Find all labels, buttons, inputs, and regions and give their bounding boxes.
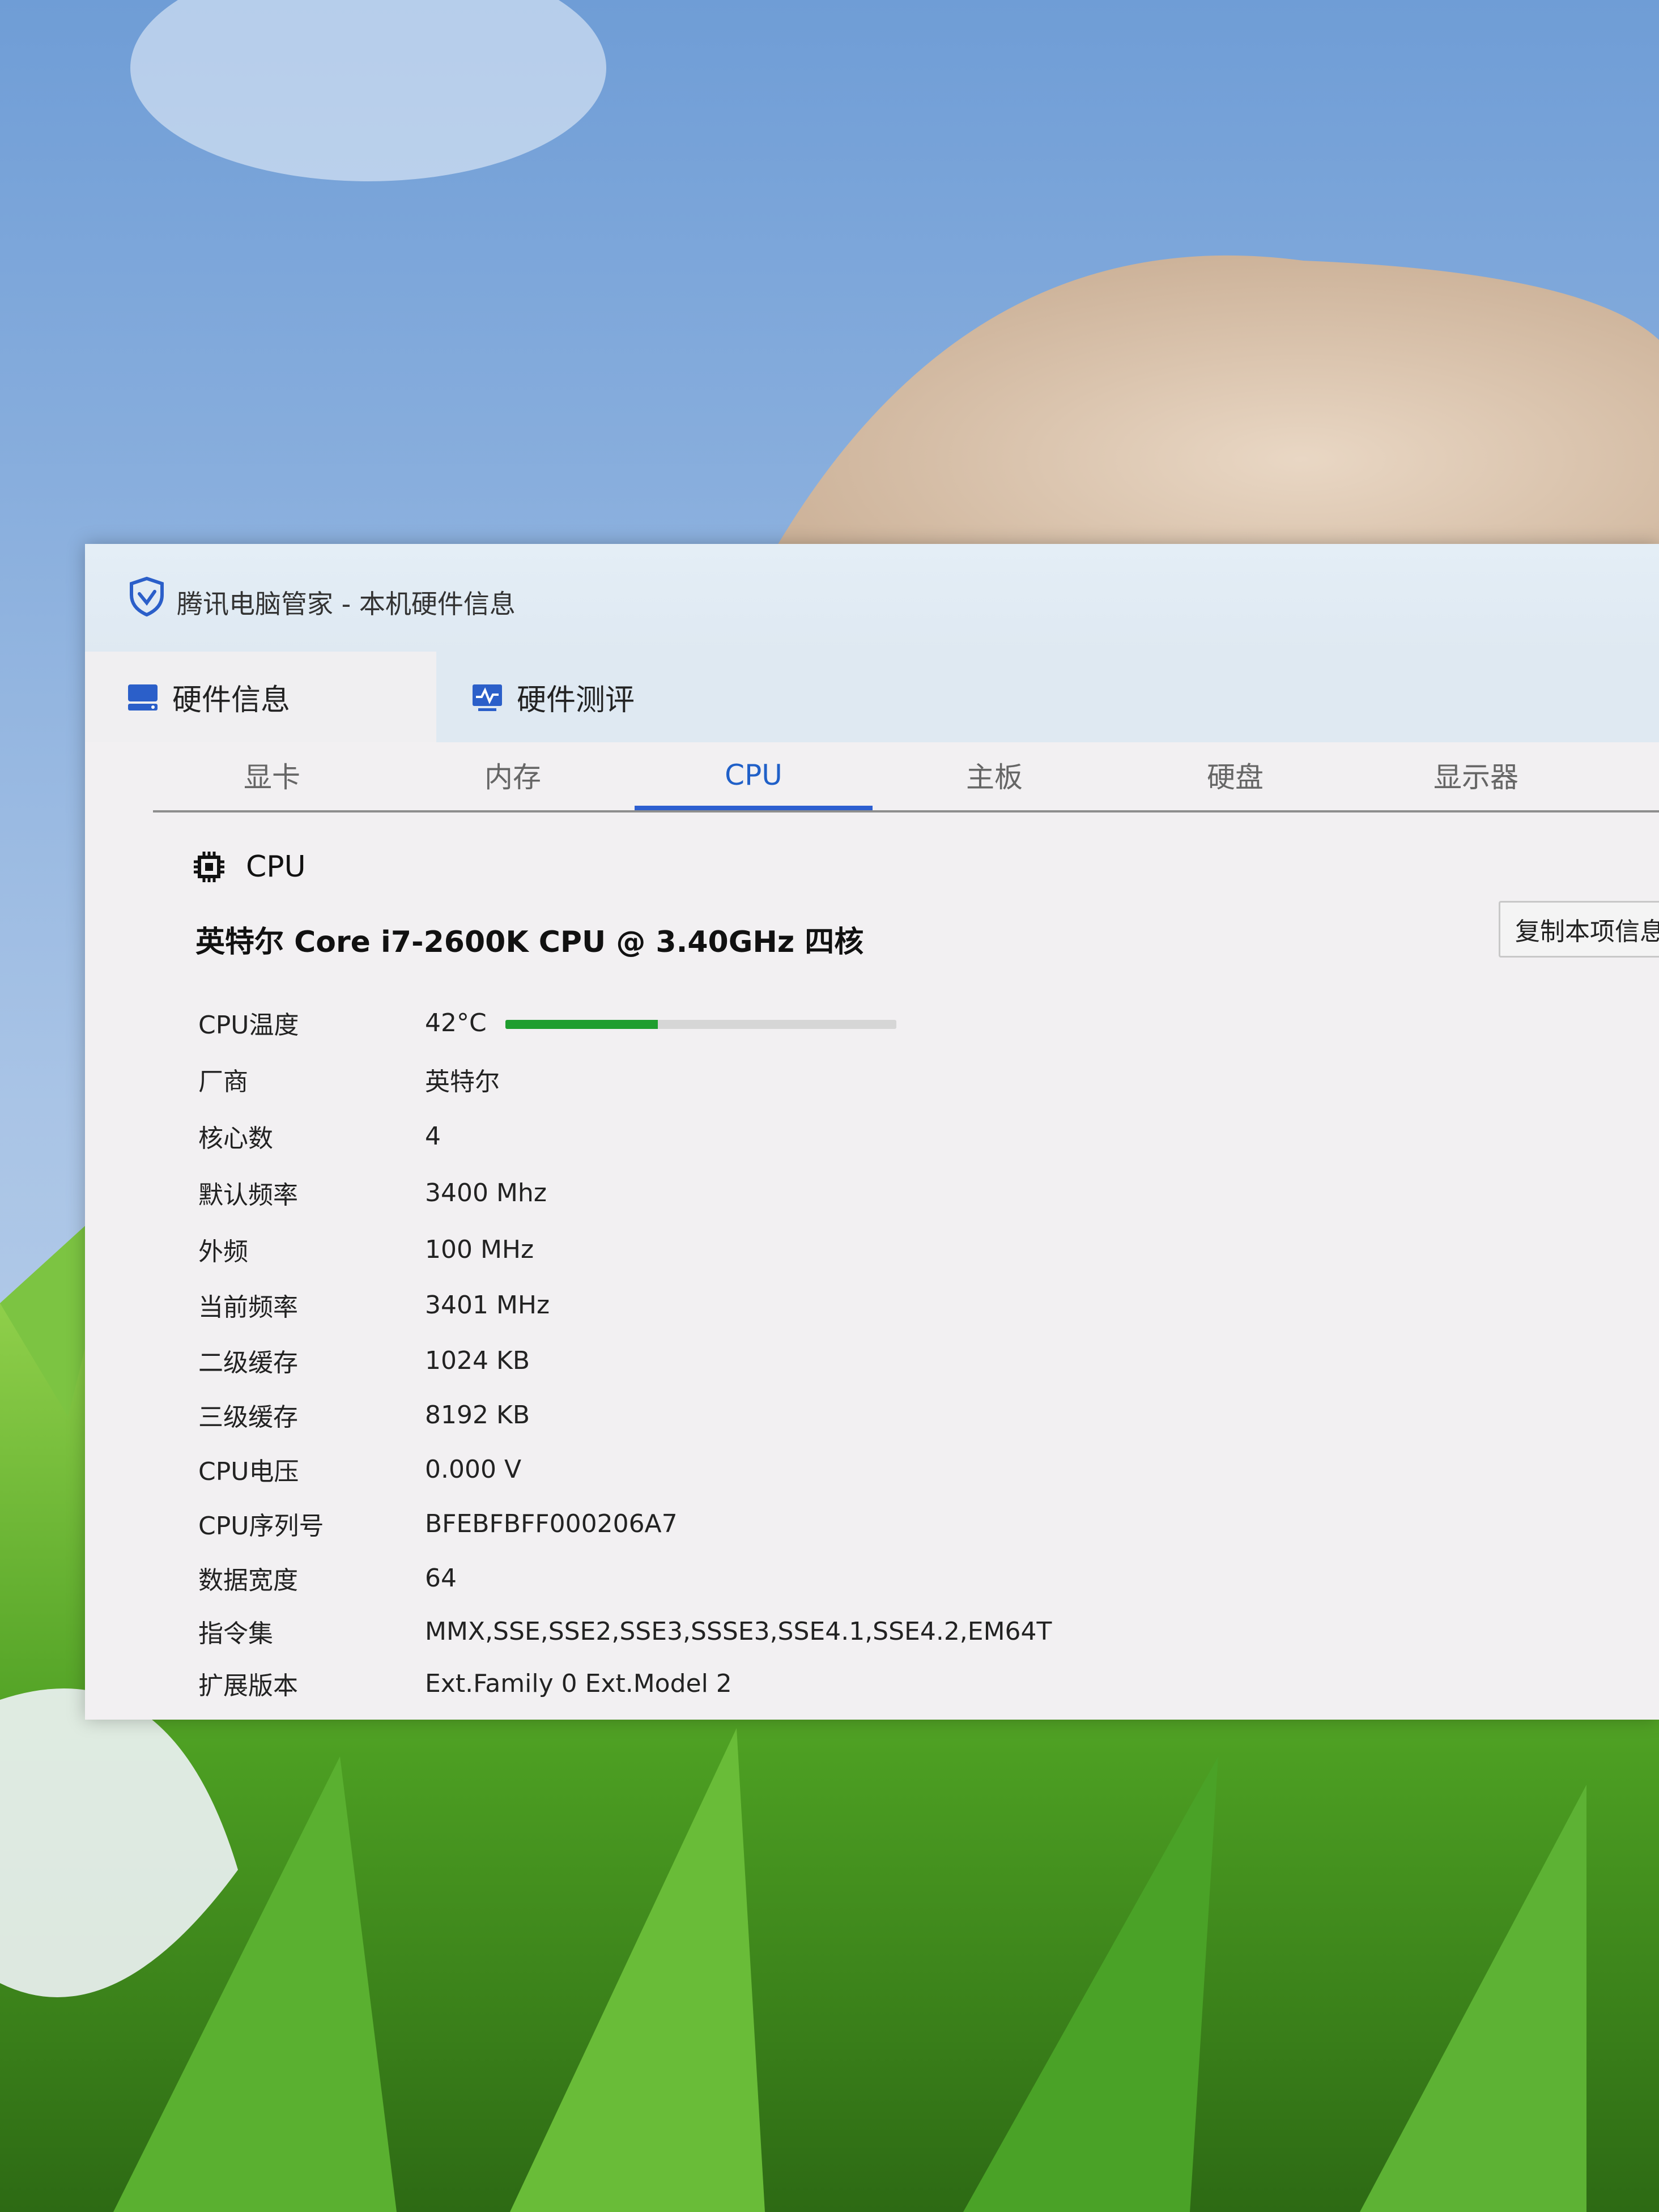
tab-label: 硬件测评: [517, 683, 635, 717]
row-value: 42°C: [425, 1008, 487, 1037]
row-data-width: 数据宽度 64: [198, 1552, 457, 1603]
row-cpu-voltage: CPU电压 0.000 V: [198, 1444, 521, 1495]
row-l3-cache: 三级缓存 8192 KB: [198, 1389, 530, 1440]
row-label: 扩展版本: [198, 1671, 298, 1700]
row-instruction-set: 指令集 MMX,SSE,SSE2,SSE3,SSSE3,SSE4.1,SSE4.…: [198, 1606, 1052, 1657]
row-label: 厂商: [198, 1067, 248, 1096]
row-current-frequency: 当前频率 3401 MHz: [198, 1279, 550, 1330]
row-cpu-temperature: CPU温度 42°C: [198, 997, 487, 1048]
row-value: 100 MHz: [425, 1235, 534, 1264]
row-value: 0.000 V: [425, 1454, 522, 1484]
row-label: CPU温度: [198, 1011, 299, 1040]
benchmark-icon: [473, 684, 502, 711]
subtab-disk[interactable]: 硬盘: [1116, 742, 1354, 808]
row-default-frequency: 默认频率 3400 Mhz: [198, 1167, 547, 1218]
row-label: 指令集: [198, 1619, 273, 1648]
row-vendor: 厂商 英特尔: [198, 1054, 500, 1105]
row-label: 二级缓存: [198, 1349, 298, 1377]
tab-benchmark[interactable]: 硬件测评: [470, 652, 635, 742]
row-label: CPU序列号: [198, 1512, 324, 1541]
row-value: 英特尔: [425, 1067, 500, 1096]
row-label: 三级缓存: [198, 1403, 298, 1432]
row-label: 当前频率: [198, 1293, 298, 1322]
row-value: BFEBFBFF000206A7: [425, 1509, 678, 1538]
cpu-section-header: CPU: [193, 850, 306, 884]
tab-label: 硬件信息: [172, 683, 291, 717]
row-value: Ext.Family 0 Ext.Model 2: [425, 1669, 732, 1698]
cpu-model-name: 英特尔 Core i7-2600K CPU @ 3.40GHz 四核: [195, 925, 864, 959]
shield-logo-icon: [130, 577, 164, 616]
subtab-motherboard[interactable]: 主板: [875, 742, 1113, 808]
row-value: MMX,SSE,SSE2,SSE3,SSSE3,SSE4.1,SSE4.2,EM…: [425, 1617, 1052, 1646]
row-cpu-serial: CPU序列号 BFEBFBFF000206A7: [198, 1498, 678, 1549]
row-external-frequency: 外频 100 MHz: [198, 1224, 534, 1275]
row-value: 8192 KB: [425, 1400, 530, 1430]
row-value: 64: [425, 1563, 457, 1593]
chip-icon: [194, 852, 224, 882]
subtab-memory[interactable]: 内存: [394, 742, 632, 808]
cpu-section-title: CPU: [246, 850, 306, 884]
hardware-info-icon: [128, 684, 158, 711]
row-label: CPU电压: [198, 1457, 299, 1486]
row-label: 数据宽度: [198, 1566, 298, 1595]
row-value: 4: [425, 1121, 441, 1151]
window-title: 腾讯电脑管家 - 本机硬件信息: [177, 589, 516, 619]
subtab-gpu[interactable]: 显卡: [153, 742, 391, 808]
sub-tab-bar: 显卡 内存 CPU 主板 硬盘 显示器: [153, 742, 1659, 813]
main-tab-bar: 硬件信息 硬件测评: [85, 652, 1659, 742]
title-bar: 腾讯电脑管家 - 本机硬件信息: [85, 544, 1659, 652]
row-label: 外频: [198, 1237, 248, 1266]
cpu-temperature-bar-fill: [505, 1020, 658, 1029]
row-value: 3401 MHz: [425, 1290, 550, 1320]
row-value: 1024 KB: [425, 1346, 530, 1375]
row-extended-version: 扩展版本 Ext.Family 0 Ext.Model 2: [198, 1658, 732, 1709]
row-l2-cache: 二级缓存 1024 KB: [198, 1335, 530, 1386]
row-value: 3400 Mhz: [425, 1178, 547, 1207]
tab-hardware-info[interactable]: 硬件信息: [85, 652, 436, 742]
subtab-monitor[interactable]: 显示器: [1357, 742, 1595, 808]
subtab-cpu[interactable]: CPU: [635, 742, 873, 810]
cpu-temperature-bar: [505, 1020, 896, 1029]
copy-info-button[interactable]: 复制本项信息: [1499, 901, 1659, 958]
row-label: 默认频率: [198, 1181, 298, 1210]
row-core-count: 核心数 4: [198, 1111, 441, 1162]
hardware-info-window: 腾讯电脑管家 - 本机硬件信息 硬件信息 硬件测评 显卡 内存 CPU 主板 硬…: [85, 544, 1659, 1720]
row-label: 核心数: [198, 1124, 273, 1153]
